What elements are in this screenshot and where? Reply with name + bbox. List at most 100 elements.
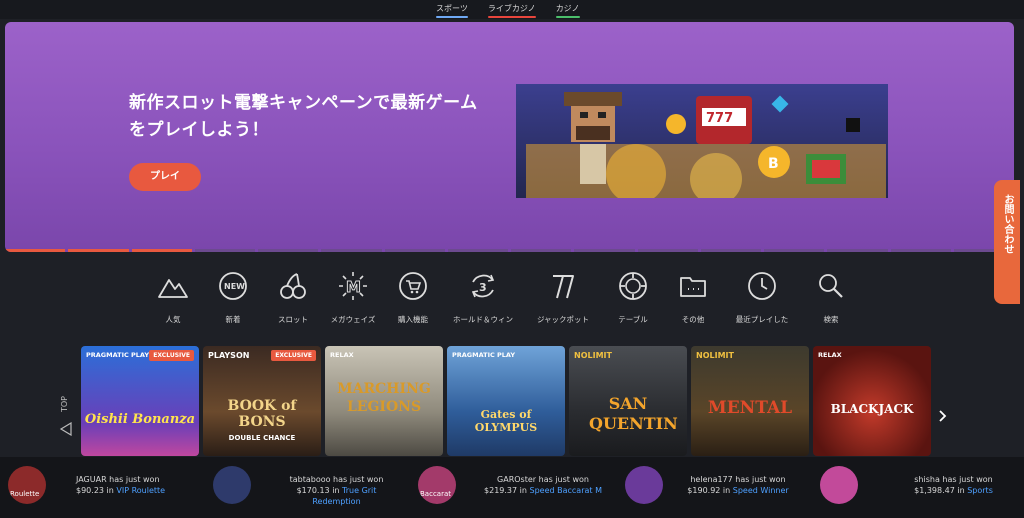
hold-win-icon: 3: [471, 274, 495, 298]
winner-item[interactable]: shisha has just won $1,398.47 in Sports: [814, 457, 1014, 518]
slide-indicator[interactable]: [321, 249, 382, 252]
slide-indicator[interactable]: [764, 249, 825, 252]
category-buy-feature[interactable]: 購入機能: [383, 268, 443, 325]
game-tile[interactable]: PRAGMATIC PLAY Gates of OLYMPUS: [447, 346, 565, 456]
winner-text: GAROster has just won $219.37 in Speed B…: [478, 474, 608, 496]
game-title: MENTAL: [707, 398, 793, 418]
winner-text: shisha has just won $1,398.47 in Sports: [896, 474, 1011, 496]
tab-casino-underline: [555, 16, 580, 18]
chip-icon: [619, 272, 647, 300]
winner-item[interactable]: tabtabooo has just won $170.13 in True G…: [205, 457, 405, 518]
winner-line: shisha has just won: [914, 475, 993, 484]
slide-indicator[interactable]: [574, 249, 635, 252]
tab-casino[interactable]: カジノ: [546, 3, 590, 18]
svg-text:3: 3: [479, 281, 487, 294]
category-label: ホールド＆ウィン: [453, 315, 513, 324]
winner-text: JAGUAR has just won $90.23 in VIP Roulet…: [76, 474, 186, 496]
slide-indicator[interactable]: [637, 249, 698, 252]
category-label: ジャックポット: [536, 315, 590, 324]
slide-indicator[interactable]: [68, 249, 129, 252]
slide-indicator[interactable]: [384, 249, 445, 252]
category-table[interactable]: テーブル: [603, 268, 663, 325]
carousel-next-button[interactable]: [934, 406, 952, 430]
search-icon: [819, 274, 843, 298]
category-popular[interactable]: 人気: [143, 268, 203, 325]
product-tabs: スポーツ ライブカジノ カジノ: [426, 3, 590, 18]
category-label: 新着: [225, 315, 241, 324]
category-label: スロット: [278, 315, 308, 324]
exclusive-badge: EXCLUSIVE: [149, 350, 194, 361]
slide-indicator[interactable]: [194, 249, 255, 252]
winner-avatar: [213, 466, 251, 504]
category-other[interactable]: その他: [663, 268, 723, 325]
slide-indicator[interactable]: [511, 249, 572, 252]
game-title: BOOK of BONS: [227, 398, 297, 430]
slide-indicator[interactable]: [447, 249, 508, 252]
winner-avatar: [820, 466, 858, 504]
slide-indicator[interactable]: [131, 249, 192, 252]
category-hold-win[interactable]: 3 ホールド＆ウィン: [443, 268, 523, 325]
category-new[interactable]: NEW 新着: [203, 268, 263, 325]
svg-text:B: B: [768, 156, 779, 172]
winner-amount: $1,398.47 in: [914, 486, 965, 495]
cart-icon: [399, 272, 427, 300]
winner-item[interactable]: Roulette JAGUAR has just won $90.23 in V…: [0, 457, 200, 518]
category-slots[interactable]: スロット: [263, 268, 323, 325]
game-title: MARCHING LEGIONS: [337, 381, 431, 415]
new-badge-icon: NEW: [219, 272, 247, 300]
category-label: メガウェイズ: [330, 315, 376, 324]
game-tile[interactable]: NOLIMIT MENTAL: [691, 346, 809, 456]
winner-avatar: Baccarat: [418, 466, 456, 504]
svg-text:M: M: [346, 278, 361, 296]
winner-line: helena177 has just won: [690, 475, 786, 484]
game-tile[interactable]: PRAGMATIC PLAY EXCLUSIVE Oishii Bonanza: [81, 346, 199, 456]
game-tile[interactable]: RELAX BLACKJACK: [813, 346, 931, 456]
seven-icon: [553, 275, 574, 299]
tab-sports-label: スポーツ: [436, 4, 468, 13]
winner-text: helena177 has just won $190.92 in Speed …: [683, 474, 793, 496]
winner-line: tabtabooo has just won: [289, 475, 384, 484]
play-button[interactable]: プレイ: [129, 163, 201, 191]
slide-indicator[interactable]: [827, 249, 888, 252]
scroll-top-button[interactable]: TOP: [57, 396, 79, 442]
winner-line: GAROster has just won: [497, 475, 589, 484]
game-tile[interactable]: PLAYSON EXCLUSIVE BOOK of BONS DOUBLE CH…: [203, 346, 321, 456]
mountain-icon: [158, 279, 188, 298]
slide-indicator[interactable]: [700, 249, 761, 252]
category-megaways[interactable]: M メガウェイズ: [323, 268, 383, 325]
tab-sports[interactable]: スポーツ: [426, 3, 478, 18]
category-recent[interactable]: 最近プレイした: [723, 268, 801, 325]
game-provider: PLAYSON: [208, 351, 250, 360]
category-label: その他: [681, 315, 705, 324]
winner-line: JAGUAR has just won: [76, 475, 160, 484]
slide-indicator[interactable]: [258, 249, 319, 252]
game-subtitle: DOUBLE CHANCE: [228, 434, 296, 442]
top-bar: スポーツ ライブカジノ カジノ: [0, 0, 1024, 19]
promo-banner[interactable]: 新作スロット電撃キャンペーンで最新ゲームをプレイしよう！ プレイ 777 B: [5, 22, 1014, 252]
game-title: Oishii Bonanza: [84, 412, 196, 427]
casino-page: スポーツ ライブカジノ カジノ 新作スロット電撃キャンペーンで最新ゲームをプレイ…: [0, 0, 1024, 518]
winner-item[interactable]: Baccarat GAROster has just won $219.37 i…: [410, 457, 610, 518]
tab-live-casino[interactable]: ライブカジノ: [478, 3, 546, 18]
scroll-top-label: TOP: [60, 396, 69, 413]
slide-indicator[interactable]: [890, 249, 951, 252]
cherry-icon: [280, 273, 306, 299]
category-search[interactable]: 検索: [801, 268, 861, 325]
winner-amount: $90.23 in: [76, 486, 114, 495]
game-provider: PRAGMATIC PLAY: [86, 351, 150, 359]
slide-indicator[interactable]: [5, 249, 66, 252]
game-tile[interactable]: RELAX MARCHING LEGIONS: [325, 346, 443, 456]
category-jackpot[interactable]: ジャックポット: [523, 268, 603, 325]
winner-amount: $190.92 in: [687, 486, 731, 495]
tab-sports-underline: [436, 16, 468, 18]
category-label: 最近プレイした: [735, 315, 789, 324]
winner-item[interactable]: helena177 has just won $190.92 in Speed …: [617, 457, 817, 518]
winner-game: Speed Baccarat M: [529, 486, 602, 495]
winner-avatar: [625, 466, 663, 504]
category-label: テーブル: [618, 315, 648, 324]
exclusive-badge: EXCLUSIVE: [271, 350, 316, 361]
game-provider: RELAX: [818, 351, 842, 359]
game-tile[interactable]: NOLIMIT SAN QUENTIN: [569, 346, 687, 456]
contact-tab[interactable]: お問い合わせ: [994, 180, 1020, 304]
winner-avatar: Roulette: [8, 466, 46, 504]
